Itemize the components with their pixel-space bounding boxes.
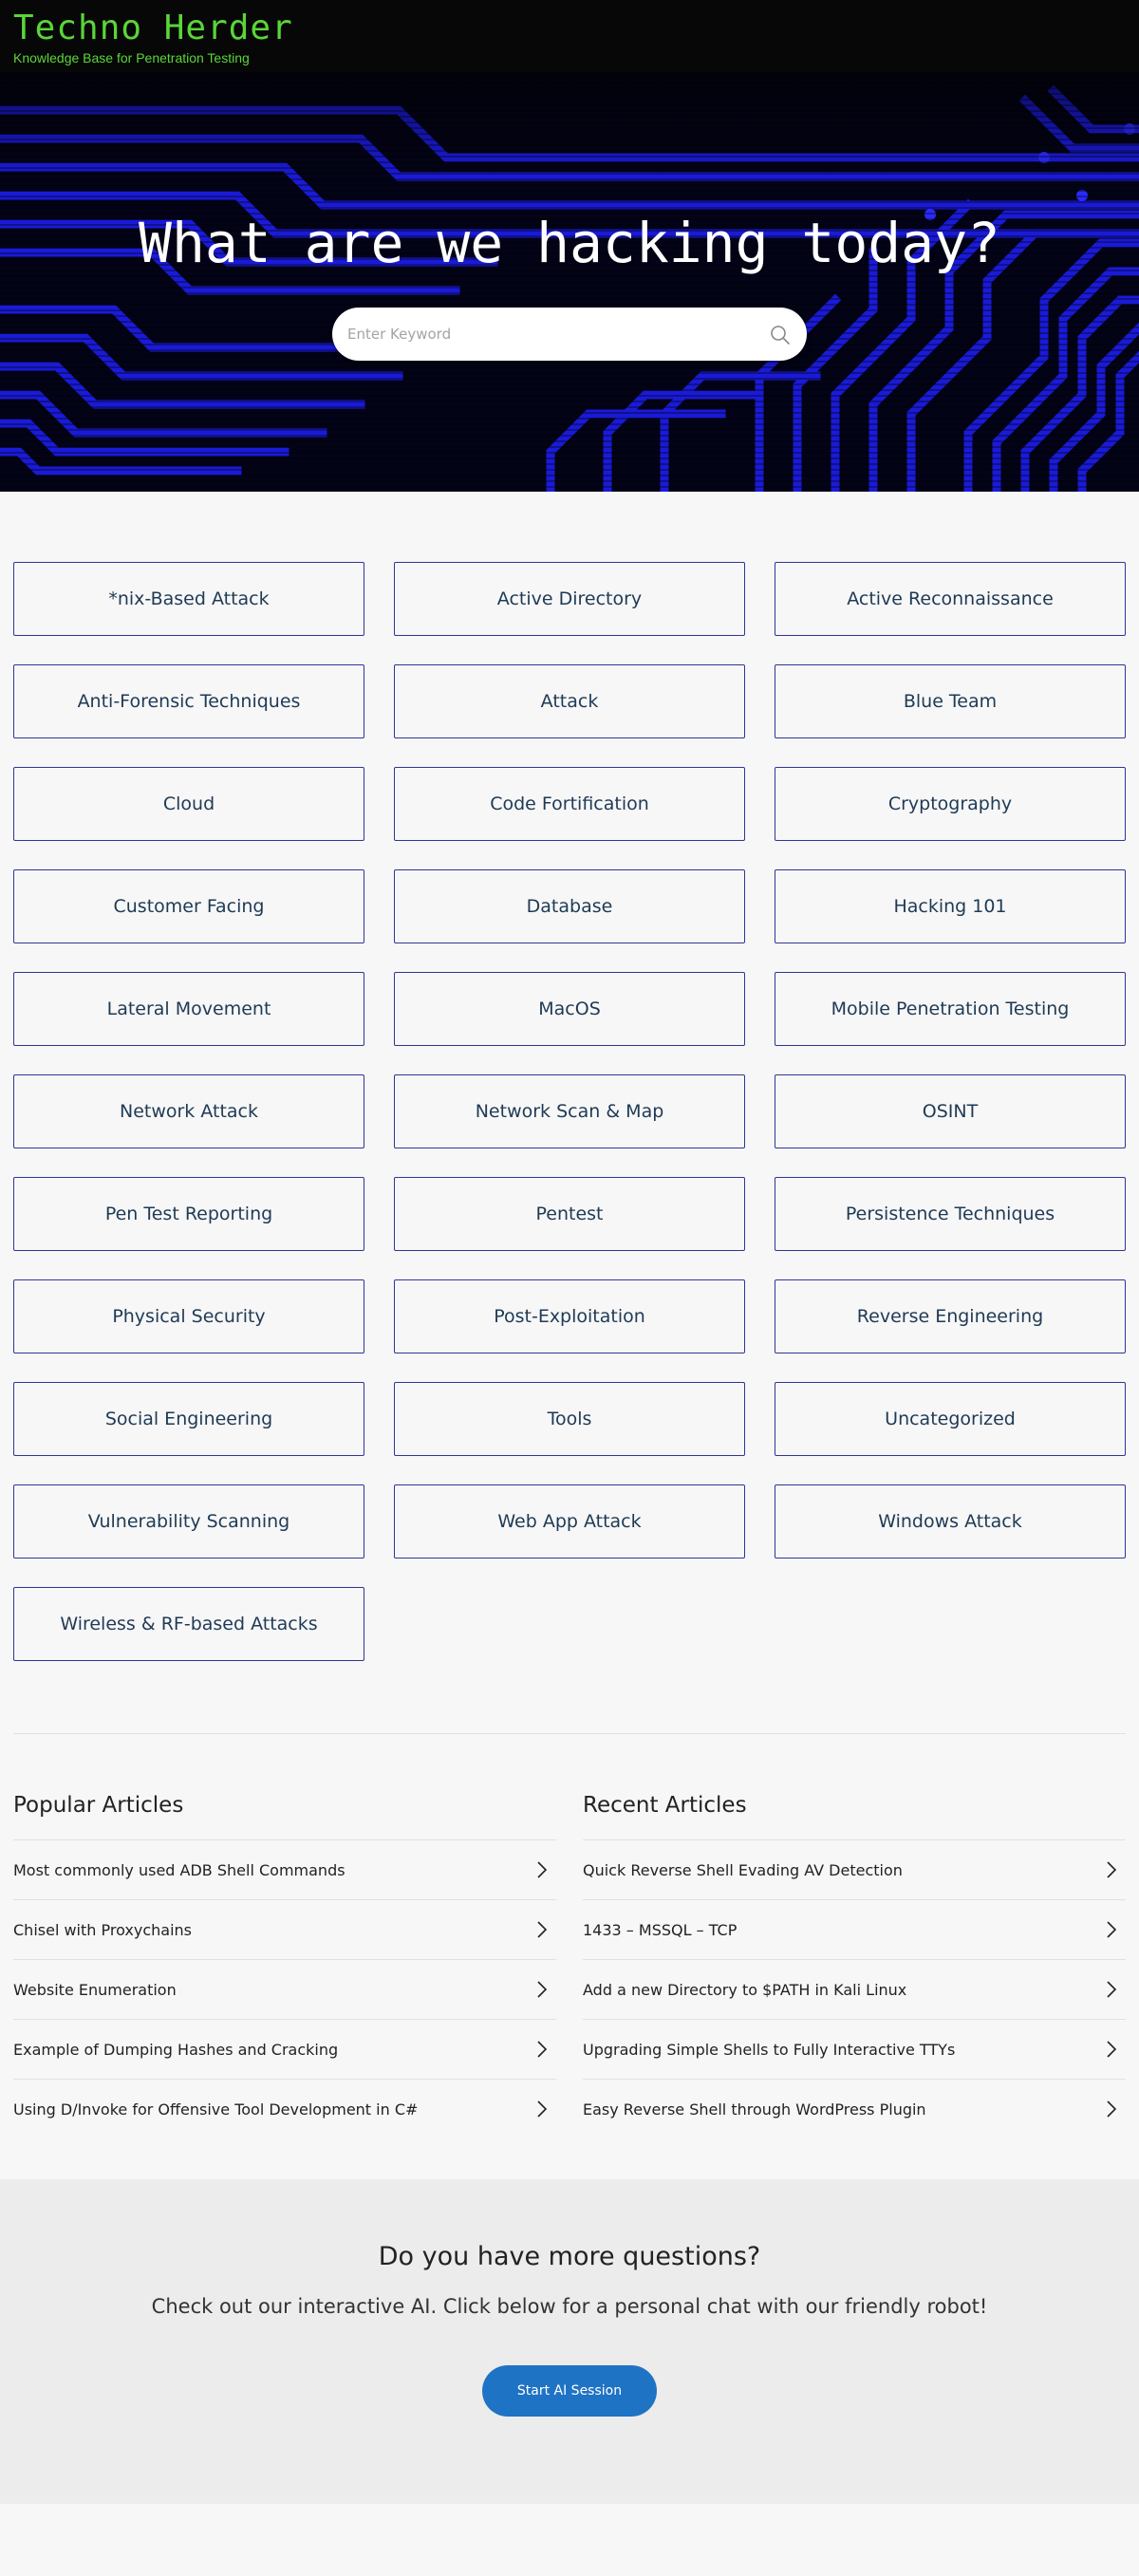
category-button[interactable]: Mobile Penetration Testing: [775, 972, 1126, 1046]
recent-articles-list: Quick Reverse Shell Evading AV Detection…: [583, 1839, 1126, 2138]
chevron-right-icon: [1107, 1981, 1117, 1998]
article-title: Upgrading Simple Shells to Fully Interac…: [583, 2040, 956, 2059]
start-ai-session-button[interactable]: Start AI Session: [482, 2365, 657, 2417]
chevron-right-icon: [537, 1921, 548, 1938]
search-bar: [332, 308, 807, 361]
chevron-right-icon: [1107, 1921, 1117, 1938]
category-button[interactable]: Persistence Techniques: [775, 1177, 1126, 1251]
category-button[interactable]: Cryptography: [775, 767, 1126, 841]
category-button[interactable]: Blue Team: [775, 664, 1126, 738]
article-link[interactable]: Quick Reverse Shell Evading AV Detection: [583, 1839, 1126, 1899]
category-button[interactable]: Uncategorized: [775, 1382, 1126, 1456]
article-link[interactable]: 1433 – MSSQL – TCP: [583, 1899, 1126, 1959]
chevron-right-icon: [537, 2100, 548, 2118]
recent-articles-heading: Recent Articles: [583, 1793, 747, 1818]
chevron-right-icon: [537, 1981, 548, 1998]
category-button[interactable]: Anti-Forensic Techniques: [13, 664, 364, 738]
category-button[interactable]: Attack: [394, 664, 745, 738]
article-link[interactable]: Using D/Invoke for Offensive Tool Develo…: [13, 2079, 556, 2138]
category-button[interactable]: *nix-Based Attack: [13, 562, 364, 636]
cta-description: Check out our interactive AI. Click belo…: [151, 2295, 988, 2318]
article-title: Most commonly used ADB Shell Commands: [13, 1860, 345, 1879]
category-button[interactable]: Active Directory: [394, 562, 745, 636]
article-link[interactable]: Example of Dumping Hashes and Cracking: [13, 2019, 556, 2079]
article-link[interactable]: Most commonly used ADB Shell Commands: [13, 1839, 556, 1899]
category-button[interactable]: Windows Attack: [775, 1484, 1126, 1559]
category-button[interactable]: Web App Attack: [394, 1484, 745, 1559]
category-button[interactable]: Customer Facing: [13, 869, 364, 943]
category-grid: *nix-Based Attack Active Directory Active …: [13, 562, 1126, 1661]
article-link[interactable]: Add a new Directory to $PATH in Kali Lin…: [583, 1959, 1126, 2019]
article-title: Add a new Directory to $PATH in Kali Lin…: [583, 1980, 907, 1999]
category-button[interactable]: Hacking 101: [775, 869, 1126, 943]
category-button[interactable]: Physical Security: [13, 1279, 364, 1353]
site-header: Techno Herder Knowledge Base for Penetra…: [0, 0, 1139, 72]
popular-articles-heading: Popular Articles: [13, 1793, 184, 1818]
article-title: Using D/Invoke for Offensive Tool Develo…: [13, 2100, 419, 2119]
article-link[interactable]: Easy Reverse Shell through WordPress Plu…: [583, 2079, 1126, 2138]
chevron-right-icon: [537, 2041, 548, 2058]
category-button[interactable]: Post-Exploitation: [394, 1279, 745, 1353]
chevron-right-icon: [1107, 2100, 1117, 2118]
article-title: Easy Reverse Shell through WordPress Plu…: [583, 2100, 926, 2119]
chevron-right-icon: [537, 1861, 548, 1878]
category-button[interactable]: Code Fortification: [394, 767, 745, 841]
hero-title: What are we hacking today?: [139, 211, 1000, 275]
category-button[interactable]: Database: [394, 869, 745, 943]
category-button[interactable]: OSINT: [775, 1074, 1126, 1148]
category-button[interactable]: Social Engineering: [13, 1382, 364, 1456]
category-button[interactable]: Tools: [394, 1382, 745, 1456]
category-button[interactable]: Network Scan & Map: [394, 1074, 745, 1148]
category-button[interactable]: MacOS: [394, 972, 745, 1046]
popular-articles-list: Most commonly used ADB Shell Commands Chi…: [13, 1839, 556, 2138]
chevron-right-icon: [1107, 2041, 1117, 2058]
section-divider: [13, 1733, 1126, 1734]
article-link[interactable]: Chisel with Proxychains: [13, 1899, 556, 1959]
article-title: Website Enumeration: [13, 1980, 177, 1999]
popular-articles-section: Popular Articles Most commonly used ADB …: [13, 1784, 556, 2138]
circuit-background-image: [0, 72, 1139, 492]
category-button[interactable]: Active Reconnaissance: [775, 562, 1126, 636]
article-link[interactable]: Upgrading Simple Shells to Fully Interac…: [583, 2019, 1126, 2079]
chevron-right-icon: [1107, 1861, 1117, 1878]
category-button[interactable]: Lateral Movement: [13, 972, 364, 1046]
article-title: Quick Reverse Shell Evading AV Detection: [583, 1860, 903, 1879]
category-button[interactable]: Wireless & RF-based Attacks: [13, 1587, 364, 1661]
article-title: 1433 – MSSQL – TCP: [583, 1920, 738, 1939]
category-button[interactable]: Network Attack: [13, 1074, 364, 1148]
article-title: Chisel with Proxychains: [13, 1920, 192, 1939]
article-link[interactable]: Website Enumeration: [13, 1959, 556, 2019]
search-icon[interactable]: [769, 324, 792, 346]
search-input[interactable]: [347, 308, 746, 361]
category-button[interactable]: Reverse Engineering: [775, 1279, 1126, 1353]
site-logo-title[interactable]: Techno Herder: [13, 8, 293, 49]
category-button[interactable]: Cloud: [13, 767, 364, 841]
site-tagline: Knowledge Base for Penetration Testing: [13, 50, 250, 65]
hero-banner: What are we hacking today?: [0, 72, 1139, 492]
category-button[interactable]: Pentest: [394, 1177, 745, 1251]
article-title: Example of Dumping Hashes and Cracking: [13, 2040, 339, 2059]
category-button[interactable]: Vulnerability Scanning: [13, 1484, 364, 1559]
cta-heading: Do you have more questions?: [378, 2242, 761, 2271]
ai-chat-cta-section: Do you have more questions? Check out ou…: [0, 2179, 1139, 2504]
recent-articles-section: Recent Articles Quick Reverse Shell Evad…: [583, 1784, 1126, 2138]
category-button[interactable]: Pen Test Reporting: [13, 1177, 364, 1251]
